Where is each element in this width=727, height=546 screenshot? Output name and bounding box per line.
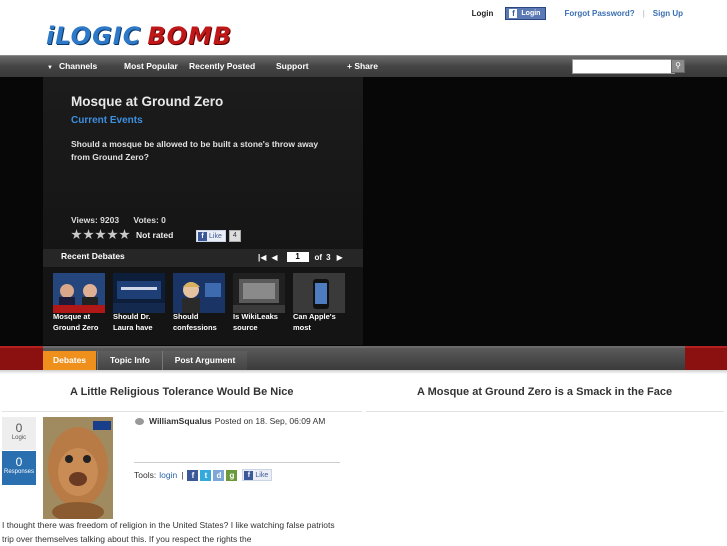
like-button[interactable]: f Like <box>242 469 273 481</box>
nav-share[interactable]: + Share <box>347 61 378 71</box>
post-date: Posted on 18. Sep, 06:09 AM <box>214 416 326 426</box>
facebook-like-widget: f Like 4 <box>196 230 241 242</box>
facebook-icon: f <box>244 470 254 480</box>
divider <box>0 370 727 374</box>
twitter-share-icon[interactable]: t <box>200 469 212 481</box>
votes-count: Votes: 0 <box>133 215 166 225</box>
tab-topic-info[interactable]: Topic Info <box>97 351 162 370</box>
logo-text-bomb: BOMB <box>147 22 233 50</box>
site-logo[interactable]: iLOGIC BOMB <box>46 22 232 50</box>
next-page-icon[interactable]: ▶ <box>337 253 343 262</box>
debate-category-link[interactable]: Current Events <box>71 115 143 126</box>
responses-count: 0 <box>15 455 23 469</box>
recent-debates: Recent Debates |◀ ◀ 1 of 3 ▶ Mosque at G… <box>43 249 363 345</box>
divider: | <box>642 9 645 18</box>
wikileaks-image <box>233 273 285 313</box>
rating-label: Not rated <box>136 229 174 240</box>
post-author-link[interactable]: WilliamSqualus <box>149 416 212 426</box>
like-button[interactable]: f Like <box>196 230 226 242</box>
forgot-password-link[interactable]: Forgot Password? <box>564 9 634 18</box>
nav-most-popular[interactable]: Most Popular <box>124 61 178 71</box>
responses-label: Responses <box>3 469 35 475</box>
iphone-image <box>293 273 345 313</box>
star-icon[interactable] <box>83 229 94 240</box>
rating-stars[interactable]: Not rated <box>71 229 173 240</box>
logo-text-ilogic: iLOGIC <box>46 22 142 50</box>
nav-support[interactable]: Support <box>276 61 309 71</box>
debate-caption[interactable]: Mosque at Ground Zero <box>53 311 109 333</box>
debate-caption[interactable]: Can Apple's most <box>293 311 349 333</box>
facebook-share-icon[interactable]: f <box>187 469 199 481</box>
divider <box>134 462 340 463</box>
debate-caption[interactable]: Should confessions <box>173 311 229 333</box>
digg-share-icon[interactable]: g <box>226 469 238 481</box>
search-icon[interactable]: ⚲ <box>671 59 685 73</box>
avatar[interactable] <box>43 417 113 519</box>
delicious-share-icon[interactable]: d <box>213 469 225 481</box>
star-icon[interactable] <box>71 229 82 240</box>
search-input[interactable] <box>572 59 675 74</box>
debate-question: Should a mosque be allowed to be built a… <box>71 139 319 162</box>
debate-caption[interactable]: Is WikiLeaks source <box>233 311 289 333</box>
facebook-login-button[interactable]: f Login <box>505 7 547 20</box>
logic-score-value: 0 <box>15 421 23 435</box>
page-input[interactable]: 1 <box>286 252 309 262</box>
tab-debates[interactable]: Debates <box>43 351 96 370</box>
recent-debates-title: Recent Debates <box>61 251 125 261</box>
caret-down-icon: ▼ <box>47 65 53 71</box>
star-icon[interactable] <box>107 229 118 240</box>
against-column-title: A Mosque at Ground Zero is a Smack in th… <box>417 386 673 398</box>
nav-channels[interactable]: ▼ Channels <box>47 61 97 71</box>
post-body: I thought there was freedom of religion … <box>2 520 335 544</box>
news-anchors-image <box>53 273 105 313</box>
debate-thumbnail[interactable] <box>173 273 225 313</box>
debate-stats: Views: 9203 Votes: 0 <box>71 215 178 225</box>
debate-title: Mosque at Ground Zero <box>71 94 224 109</box>
facebook-icon: f <box>198 231 207 241</box>
post-tools: Tools: login | f t d g f Like <box>134 469 273 481</box>
divider <box>2 411 362 412</box>
login-link[interactable]: login <box>159 470 177 480</box>
news-anchor-image <box>173 273 225 313</box>
recent-pager: |◀ ◀ 1 of 3 ▶ <box>258 252 348 262</box>
debate-thumbnail[interactable] <box>293 273 345 313</box>
main-nav: ▼ Channels Most Popular Recently Posted S… <box>0 55 727 77</box>
page-total: 3 <box>326 252 331 262</box>
nav-recently-posted[interactable]: Recently Posted <box>189 61 255 71</box>
recent-debates-header: Recent Debates |◀ ◀ 1 of 3 ▶ <box>43 249 363 267</box>
tabs-bar: Debates Topic Info Post Argument <box>43 346 685 370</box>
tab-post-argument[interactable]: Post Argument <box>162 351 247 370</box>
divider <box>366 411 724 412</box>
views-count: Views: 9203 <box>71 215 120 225</box>
logic-score[interactable]: 0 Logic <box>2 417 36 450</box>
debate-caption[interactable]: Should Dr. Laura have <box>113 311 169 333</box>
debate-thumbnail[interactable] <box>113 273 165 313</box>
facebook-icon: f <box>509 9 518 18</box>
debate-thumbnail[interactable] <box>53 273 105 313</box>
site-header: iLOGIC BOMB Login f Login Forgot Password?… <box>0 0 727 55</box>
responses-score[interactable]: 0 Responses <box>2 451 36 485</box>
debate-thumbnail[interactable] <box>233 273 285 313</box>
comment-bubble-icon <box>135 417 144 425</box>
like-count: 4 <box>228 230 241 242</box>
page-of-label: of <box>314 252 323 262</box>
tools-label: Tools: <box>134 470 157 480</box>
account-links: Login f Login Forgot Password? | Sign Up <box>472 7 683 20</box>
star-icon[interactable] <box>119 229 130 240</box>
for-column-title: A Little Religious Tolerance Would Be Ni… <box>70 386 294 398</box>
logic-score-label: Logic <box>11 435 27 441</box>
star-icon[interactable] <box>95 229 106 240</box>
divider: | <box>181 470 184 480</box>
talk-show-image <box>113 273 165 313</box>
prev-page-icon[interactable]: ◀ <box>271 253 277 262</box>
facebook-login-label: Login <box>521 10 541 17</box>
first-page-icon[interactable]: |◀ <box>258 253 266 262</box>
alf-avatar-image <box>43 417 113 519</box>
post-meta: WilliamSqualus Posted on 18. Sep, 06:09 … <box>135 416 325 426</box>
login-link[interactable]: Login <box>472 9 494 18</box>
sign-up-link[interactable]: Sign Up <box>653 9 683 18</box>
